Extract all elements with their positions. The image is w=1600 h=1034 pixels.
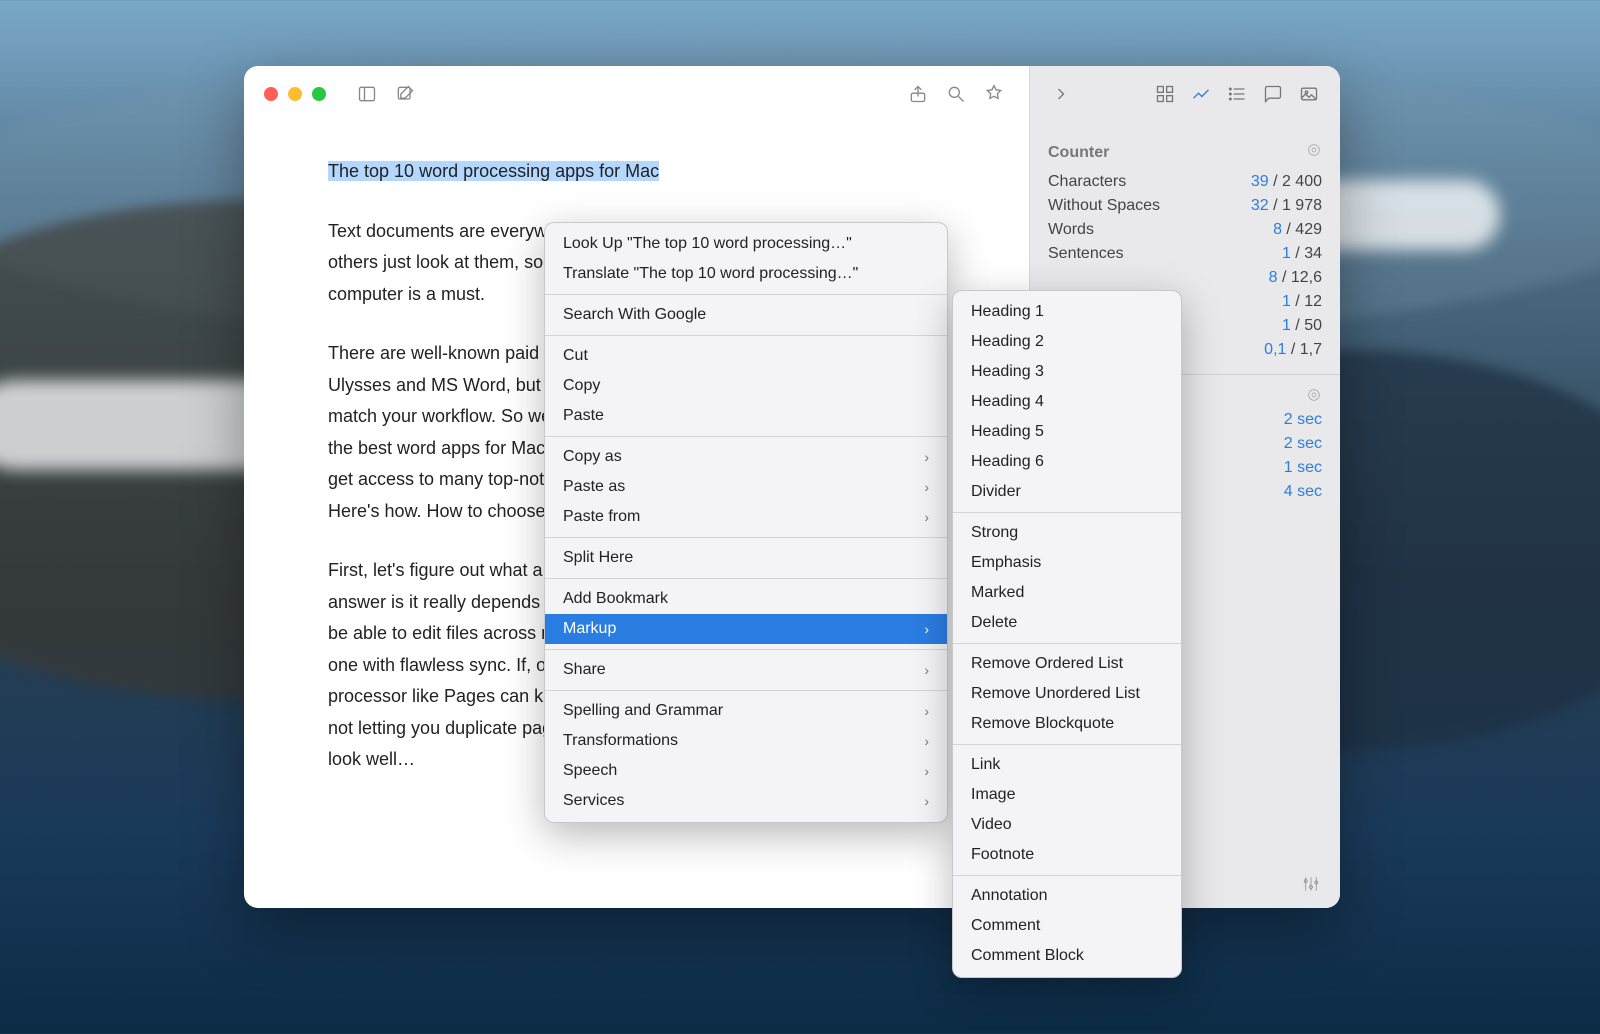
submenu-remove-bq[interactable]: Remove Blockquote (953, 709, 1181, 739)
submenu-emphasis[interactable]: Emphasis (953, 548, 1181, 578)
submenu-video[interactable]: Video (953, 810, 1181, 840)
compose-icon[interactable] (390, 79, 420, 109)
stat-label: Without Spaces (1048, 197, 1160, 215)
selected-text[interactable]: The top 10 word processing apps for Mac (328, 161, 659, 181)
menu-lookup[interactable]: Look Up "The top 10 word processing…" (545, 229, 947, 259)
comments-icon[interactable] (1258, 79, 1288, 109)
minimize-window[interactable] (288, 87, 302, 101)
menu-translate[interactable]: Translate "The top 10 word processing…" (545, 259, 947, 289)
submenu-divider[interactable]: Divider (953, 477, 1181, 507)
menu-copy[interactable]: Copy (545, 371, 947, 401)
chevron-right-icon: › (924, 703, 929, 719)
chevron-right-icon[interactable] (1046, 79, 1076, 109)
submenu-marked[interactable]: Marked (953, 578, 1181, 608)
menu-search-google[interactable]: Search With Google (545, 300, 947, 330)
stat-row: Words 8 / 429 (1048, 218, 1322, 242)
submenu-heading-4[interactable]: Heading 4 (953, 387, 1181, 417)
target-icon[interactable] (1306, 387, 1322, 408)
zoom-window[interactable] (312, 87, 326, 101)
chevron-right-icon: › (924, 509, 929, 525)
stat-value: 8 / 429 (1273, 221, 1322, 239)
traffic-lights (264, 87, 326, 101)
stat-row: Sentences 1 / 34 (1048, 242, 1322, 266)
submenu-image[interactable]: Image (953, 780, 1181, 810)
submenu-heading-1[interactable]: Heading 1 (953, 297, 1181, 327)
menu-markup[interactable]: Markup› (545, 614, 947, 644)
submenu-comment-block[interactable]: Comment Block (953, 941, 1181, 971)
menu-paste-as[interactable]: Paste as› (545, 472, 947, 502)
document-heading[interactable]: The top 10 word processing apps for Mac (328, 156, 945, 188)
style-icon[interactable] (979, 79, 1009, 109)
counter-title: Counter (1048, 144, 1109, 162)
sidebar-toggle-icon[interactable] (352, 79, 382, 109)
menu-paste[interactable]: Paste (545, 401, 947, 431)
chevron-right-icon: › (924, 793, 929, 809)
target-icon[interactable] (1306, 142, 1322, 163)
time-value: 2 sec (1284, 411, 1322, 429)
time-value: 4 sec (1284, 483, 1322, 501)
chevron-right-icon: › (924, 621, 929, 637)
stat-value: 0,1 / 1,7 (1264, 341, 1322, 359)
menu-transformations[interactable]: Transformations› (545, 726, 947, 756)
stat-value: 8 / 12,6 (1269, 269, 1322, 287)
stat-value: 32 / 1 978 (1251, 197, 1322, 215)
submenu-remove-ul[interactable]: Remove Unordered List (953, 679, 1181, 709)
submenu-remove-ol[interactable]: Remove Ordered List (953, 649, 1181, 679)
share-icon[interactable] (903, 79, 933, 109)
submenu-strong[interactable]: Strong (953, 518, 1181, 548)
submenu-footnote[interactable]: Footnote (953, 840, 1181, 870)
stat-value: 1 / 50 (1282, 317, 1322, 335)
time-value: 2 sec (1284, 435, 1322, 453)
submenu-heading-5[interactable]: Heading 5 (953, 417, 1181, 447)
stat-value: 1 / 12 (1282, 293, 1322, 311)
stat-label: Sentences (1048, 245, 1124, 263)
dashboard-icon[interactable] (1150, 79, 1180, 109)
menu-cut[interactable]: Cut (545, 341, 947, 371)
menu-speech[interactable]: Speech› (545, 756, 947, 786)
window-toolbar (244, 66, 1029, 122)
submenu-link[interactable]: Link (953, 750, 1181, 780)
submenu-heading-6[interactable]: Heading 6 (953, 447, 1181, 477)
stats-icon[interactable] (1186, 79, 1216, 109)
chevron-right-icon: › (924, 733, 929, 749)
menu-share[interactable]: Share› (545, 655, 947, 685)
outline-icon[interactable] (1222, 79, 1252, 109)
chevron-right-icon: › (924, 763, 929, 779)
markup-submenu: Heading 1 Heading 2 Heading 3 Heading 4 … (952, 290, 1182, 978)
menu-copy-as[interactable]: Copy as› (545, 442, 947, 472)
context-menu: Look Up "The top 10 word processing…" Tr… (544, 222, 948, 823)
submenu-annotation[interactable]: Annotation (953, 881, 1181, 911)
chevron-right-icon: › (924, 449, 929, 465)
submenu-delete[interactable]: Delete (953, 608, 1181, 638)
submenu-comment[interactable]: Comment (953, 911, 1181, 941)
chevron-right-icon: › (924, 662, 929, 678)
stat-row: 8 / 12,6 (1048, 266, 1322, 290)
close-window[interactable] (264, 87, 278, 101)
search-icon[interactable] (941, 79, 971, 109)
stat-label: Characters (1048, 173, 1126, 191)
time-value: 1 sec (1284, 459, 1322, 477)
stat-row: Characters 39 / 2 400 (1048, 170, 1322, 194)
chevron-right-icon: › (924, 479, 929, 495)
menu-spelling[interactable]: Spelling and Grammar› (545, 696, 947, 726)
menu-paste-from[interactable]: Paste from› (545, 502, 947, 532)
stat-value: 1 / 34 (1282, 245, 1322, 263)
sidebar-toolbar (1030, 66, 1340, 122)
image-panel-icon[interactable] (1294, 79, 1324, 109)
settings-sliders-icon[interactable] (1302, 875, 1320, 898)
submenu-heading-3[interactable]: Heading 3 (953, 357, 1181, 387)
submenu-heading-2[interactable]: Heading 2 (953, 327, 1181, 357)
menu-services[interactable]: Services› (545, 786, 947, 816)
stat-value: 39 / 2 400 (1251, 173, 1322, 191)
stat-row: Without Spaces 32 / 1 978 (1048, 194, 1322, 218)
stat-label: Words (1048, 221, 1094, 239)
menu-split-here[interactable]: Split Here (545, 543, 947, 573)
menu-add-bookmark[interactable]: Add Bookmark (545, 584, 947, 614)
